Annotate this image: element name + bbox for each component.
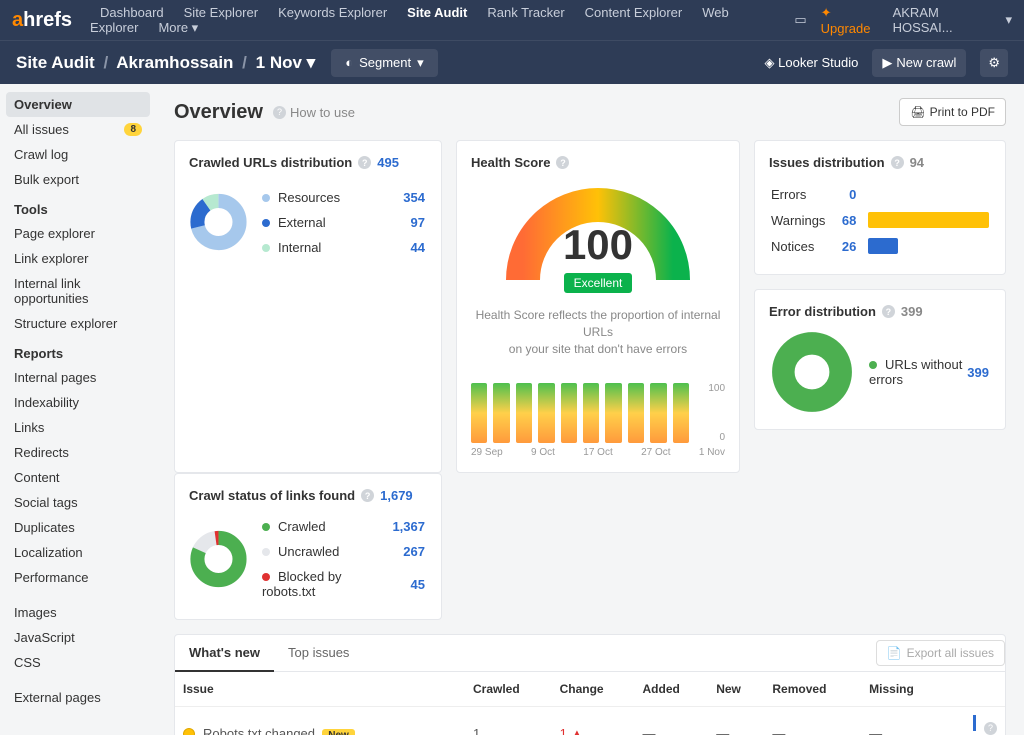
sidebar-item-css[interactable]: CSS <box>0 650 156 675</box>
sidebar-item-link-explorer[interactable]: Link explorer <box>0 246 156 271</box>
issue-row[interactable]: Robots.txt changed New 1 1 ▲ — — — — ? ⋮ <box>175 707 1005 735</box>
topnav-links: Dashboard Site Explorer Keywords Explorer S… <box>90 5 794 36</box>
sidebar-item-all-issues[interactable]: All issues8 <box>0 117 156 142</box>
nav-dashboard[interactable]: Dashboard <box>100 5 164 20</box>
help-icon[interactable]: ? <box>882 305 895 318</box>
sidebar-item-bulk-export[interactable]: Bulk export <box>0 167 156 192</box>
crumb-date[interactable]: 1 Nov ▾ <box>256 53 316 72</box>
sidebar-item-content[interactable]: Content <box>0 465 156 490</box>
error-distribution-card: Error distribution ? 399 URLs without er… <box>754 289 1006 430</box>
tab-whats-new[interactable]: What's new <box>175 635 274 672</box>
crawl-status-donut <box>189 517 248 601</box>
gear-icon: ⚙ <box>988 55 1000 70</box>
sidebar-item-social-tags[interactable]: Social tags <box>0 490 156 515</box>
nav-keywords-explorer[interactable]: Keywords Explorer <box>278 5 387 20</box>
health-score-value: 100 <box>471 221 725 269</box>
new-crawl-button[interactable]: ▶ New crawl <box>872 49 966 77</box>
sidebar-item-links[interactable]: Links <box>0 415 156 440</box>
segment-dropdown[interactable]: ◐ Segment ▾ <box>331 49 437 77</box>
help-icon[interactable]: ? <box>358 156 371 169</box>
crawled-urls-card: Crawled URLs distribution ? 495 Resource… <box>174 140 442 473</box>
sidebar-item-duplicates[interactable]: Duplicates <box>0 515 156 540</box>
upgrade-link[interactable]: ✦ Upgrade <box>821 5 879 36</box>
crumb-project[interactable]: Akramhossain <box>116 53 233 72</box>
crawl-status-card: Crawl status of links found ? 1,679 Craw… <box>174 473 442 620</box>
warning-icon <box>183 728 195 735</box>
sidebar-item-redirects[interactable]: Redirects <box>0 440 156 465</box>
logo[interactable]: ahrefs <box>12 9 72 32</box>
sidebar-item-performance[interactable]: Performance <box>0 565 156 590</box>
sidebar-item-indexability[interactable]: Indexability <box>0 390 156 415</box>
help-icon[interactable]: ? <box>891 156 904 169</box>
nav-site-explorer[interactable]: Site Explorer <box>184 5 258 20</box>
sidebar-item-crawl-log[interactable]: Crawl log <box>0 142 156 167</box>
error-dist-donut <box>769 329 855 415</box>
sidebar-item-localization[interactable]: Localization <box>0 540 156 565</box>
sidebar-item-internal-pages[interactable]: Internal pages <box>0 365 156 390</box>
device-icon[interactable]: ▭ <box>794 12 806 28</box>
crawled-urls-donut <box>189 180 248 264</box>
nav-rank-tracker[interactable]: Rank Tracker <box>487 5 564 20</box>
breadcrumb: Site Audit / Akramhossain / 1 Nov ▾ <box>16 53 315 73</box>
nav-site-audit[interactable]: Site Audit <box>407 5 467 20</box>
health-history-chart: 1000 <box>471 371 725 443</box>
print-pdf-button[interactable]: 🖨 Print to PDF <box>899 98 1006 126</box>
whats-new-card: What's new Top issues 📄 Export all issue… <box>174 634 1006 735</box>
sub-nav: Site Audit / Akramhossain / 1 Nov ▾ ◐ Se… <box>0 40 1024 84</box>
issues-distribution-card: Issues distribution ? 94 Errors0Warnings… <box>754 140 1006 275</box>
top-nav: ahrefs Dashboard Site Explorer Keywords Ex… <box>0 0 1024 40</box>
chevron-down-icon[interactable]: ▾ <box>1005 12 1012 28</box>
sidebar: OverviewAll issues8Crawl logBulk exportT… <box>0 84 156 735</box>
page-title: Overview <box>174 101 263 124</box>
crumb-site-audit[interactable]: Site Audit <box>16 53 95 72</box>
settings-button[interactable]: ⚙ <box>980 49 1008 77</box>
sidebar-item-page-explorer[interactable]: Page explorer <box>0 221 156 246</box>
health-score-card: Health Score ? 100 Excellent Health Scor… <box>456 140 740 473</box>
sidebar-item-overview[interactable]: Overview <box>6 92 150 117</box>
sidebar-item-internal-link-opportunities[interactable]: Internal link opportunities <box>0 271 156 311</box>
user-menu[interactable]: AKRAM HOSSAI... <box>893 5 992 35</box>
nav-more[interactable]: More ▾ <box>158 20 198 35</box>
tab-top-issues[interactable]: Top issues <box>274 635 363 671</box>
sidebar-item-images[interactable]: Images <box>0 600 156 625</box>
sidebar-item-structure-explorer[interactable]: Structure explorer <box>0 311 156 336</box>
export-all-issues-button[interactable]: 📄 Export all issues <box>876 640 1005 666</box>
help-icon[interactable]: ? <box>984 722 997 735</box>
looker-studio-link[interactable]: ◈ Looker Studio <box>765 55 859 71</box>
help-icon: ? <box>273 106 286 119</box>
sidebar-item-external-pages[interactable]: External pages <box>0 685 156 710</box>
crawled-urls-total[interactable]: 495 <box>377 155 399 170</box>
how-to-use-link[interactable]: ? How to use <box>273 105 355 120</box>
nav-content-explorer[interactable]: Content Explorer <box>585 5 683 20</box>
main-content: Overview ? How to use 🖨 Print to PDF Cra… <box>156 84 1024 735</box>
health-badge: Excellent <box>564 273 633 293</box>
help-icon[interactable]: ? <box>361 489 374 502</box>
help-icon[interactable]: ? <box>556 156 569 169</box>
sidebar-item-javascript[interactable]: JavaScript <box>0 625 156 650</box>
